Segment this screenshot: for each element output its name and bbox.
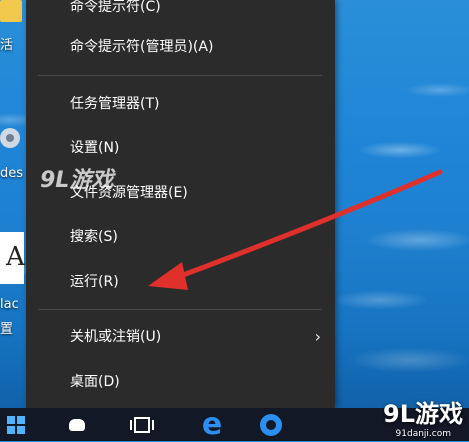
desktop-icon-label: 置 (0, 322, 14, 337)
search-icon[interactable] (62, 408, 92, 441)
menu-item-settings[interactable]: 设置(N) (26, 131, 335, 165)
watermark-brand: 9L游戏 (383, 400, 463, 428)
store-icon[interactable] (254, 408, 288, 441)
windows-start-icon[interactable] (2, 408, 30, 441)
watermark-logo: 9L游戏 (40, 168, 114, 193)
menu-item-run[interactable]: 运行(R) (26, 265, 335, 299)
desktop-icon-label: 活 (0, 38, 14, 53)
menu-item-shutdown[interactable]: 关机或注销(U) › (26, 320, 335, 354)
watermark-url: 91danji.com (395, 429, 451, 439)
menu-item-command-prompt-admin[interactable]: 命令提示符(管理员)(A) (26, 30, 335, 64)
desktop-icon-document[interactable]: A (0, 232, 26, 286)
menu-separator (38, 309, 322, 310)
desktop-icon-label: lac (0, 297, 19, 312)
menu-separator (38, 75, 322, 76)
gear-icon (0, 128, 20, 148)
desktop-icon-settings[interactable] (0, 120, 26, 160)
task-view-icon[interactable] (126, 408, 158, 441)
menu-item-search[interactable]: 搜索(S) (26, 220, 335, 254)
winx-menu: 命令提示符(C) 命令提示符(管理员)(A) 任务管理器(T) 设置(N) 文件… (26, 0, 335, 408)
chevron-right-icon: › (314, 327, 321, 346)
desktop-icon-1[interactable] (0, 0, 26, 30)
desktop-icon-label: des (0, 166, 24, 181)
menu-item-desktop[interactable]: 桌面(D) (26, 365, 335, 399)
menu-item-command-prompt[interactable]: 命令提示符(C) (26, 0, 335, 24)
menu-item-task-manager[interactable]: 任务管理器(T) (26, 87, 335, 121)
edge-icon[interactable]: e (196, 408, 228, 441)
